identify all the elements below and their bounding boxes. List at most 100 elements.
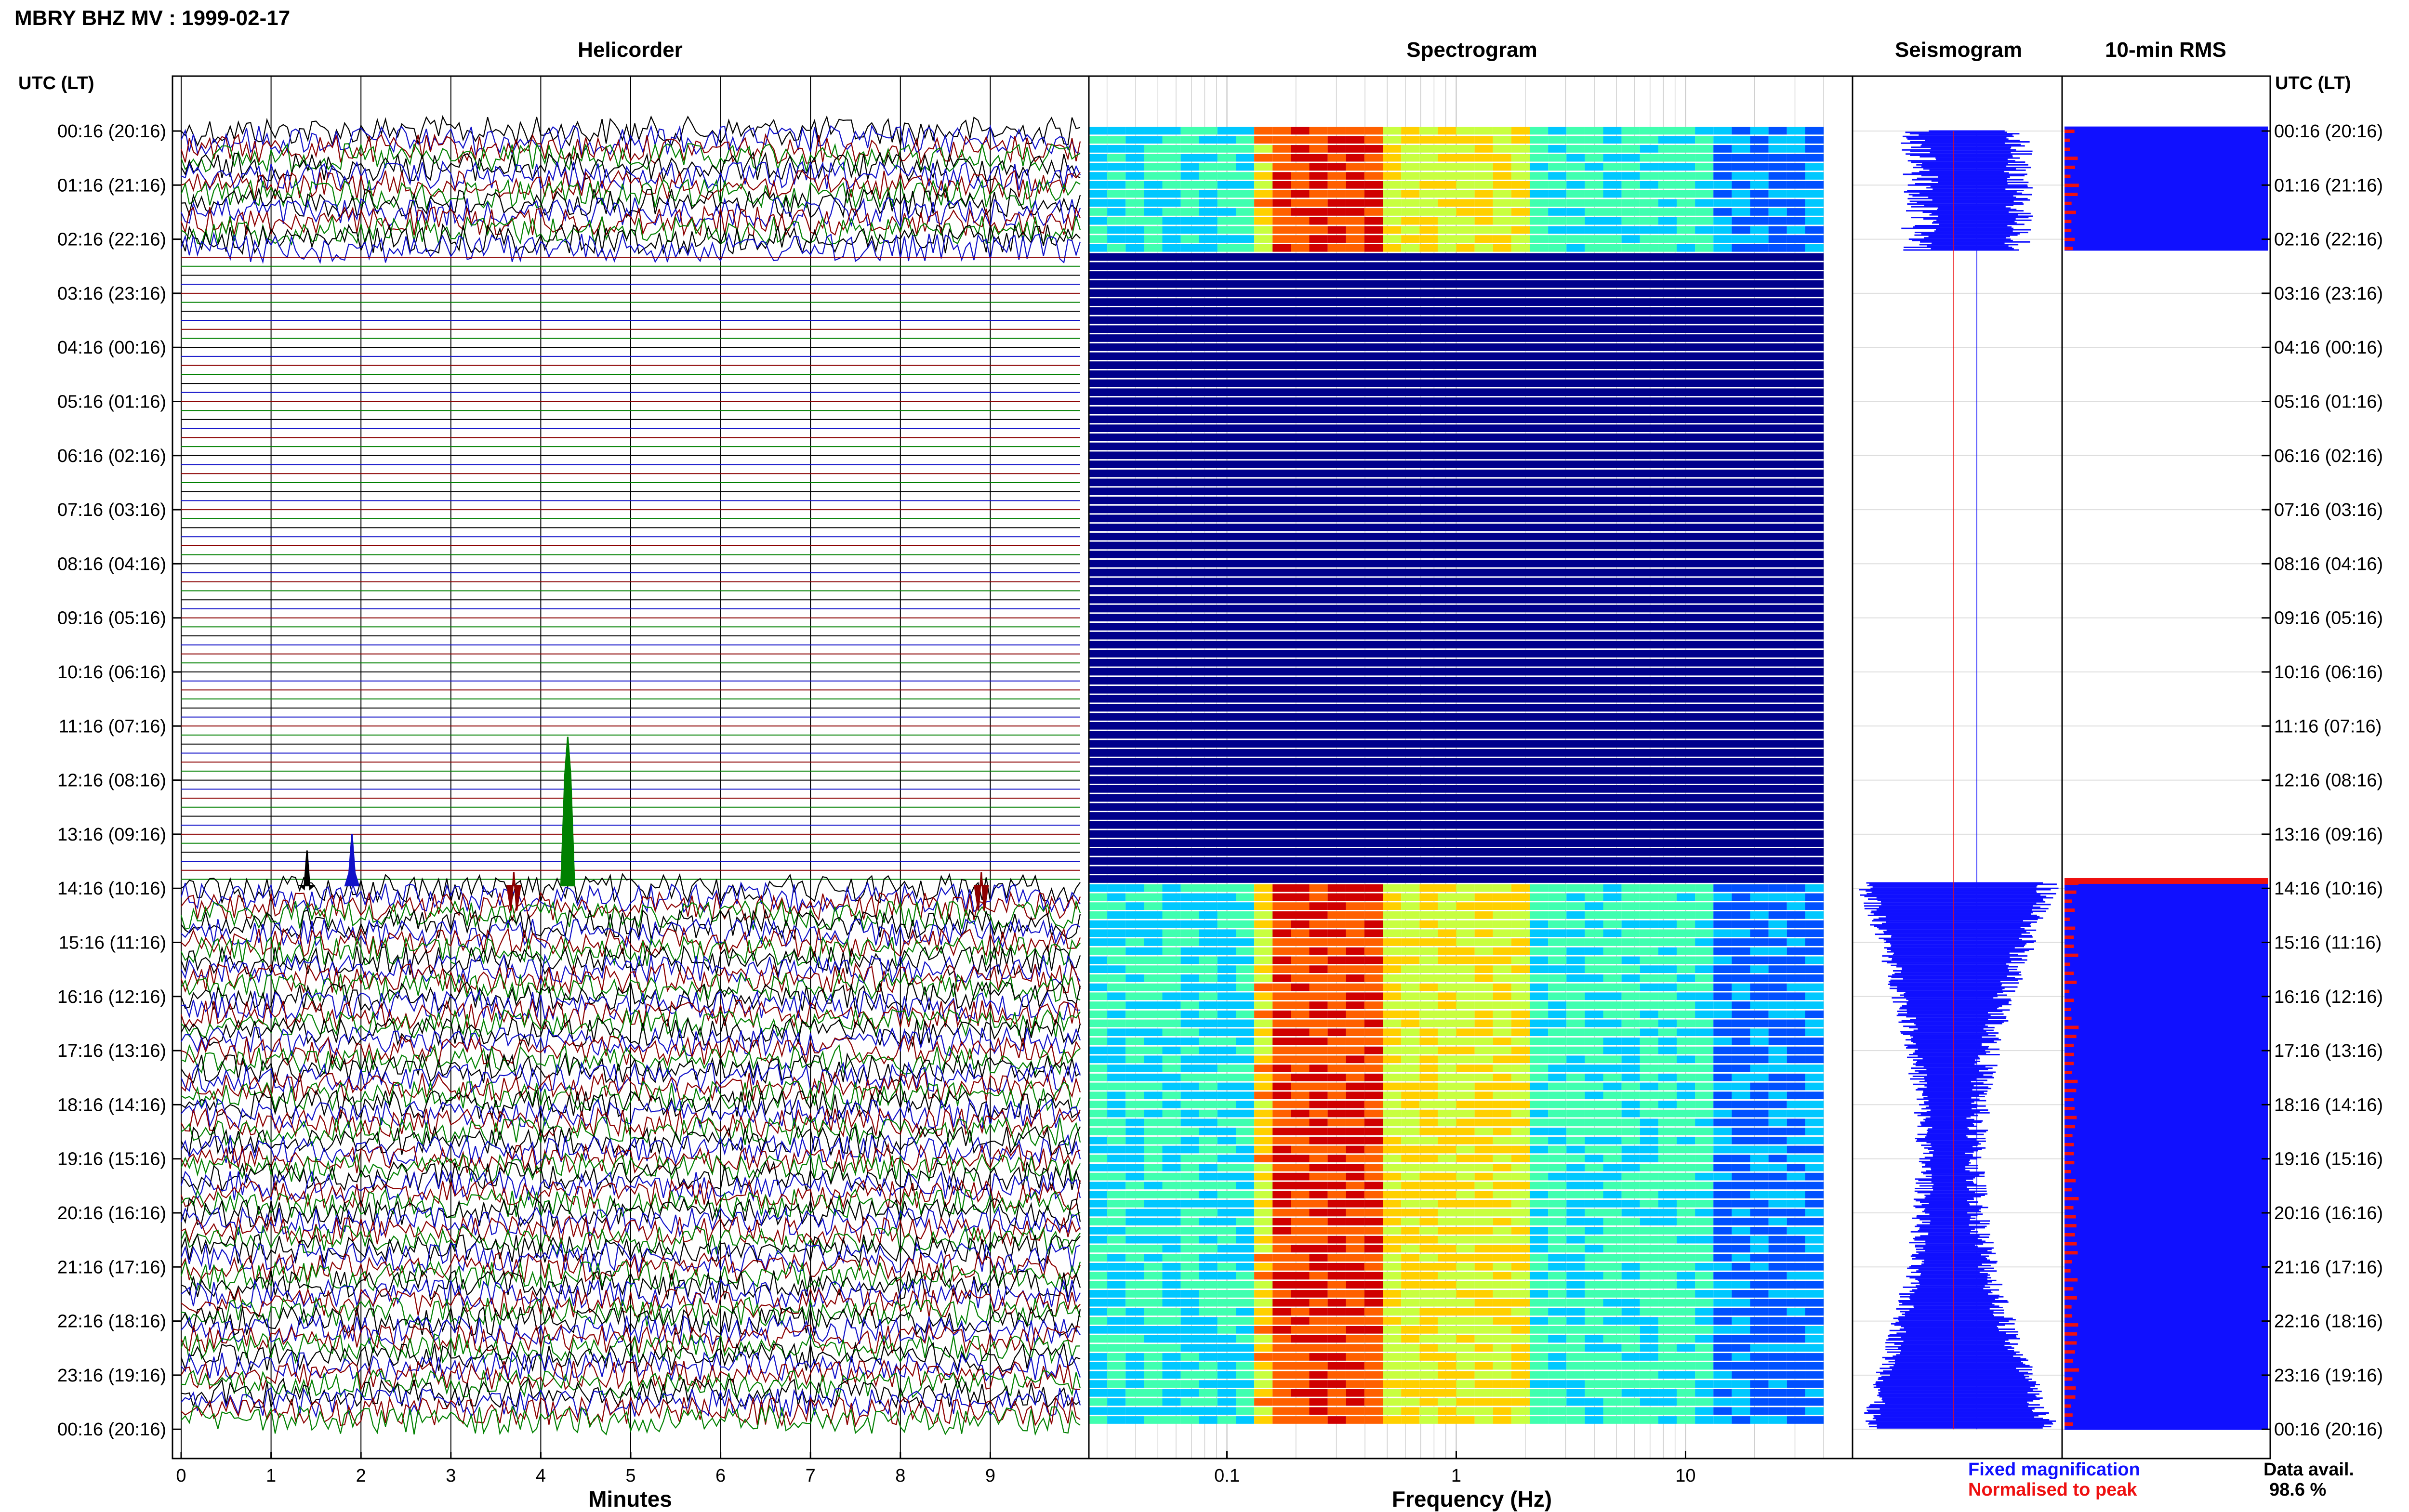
spectrogram-cell [1713, 1389, 1732, 1397]
spectrogram-cell [1548, 902, 1567, 910]
spectrogram-cell [1291, 1199, 1310, 1208]
spectrogram-cell [1272, 1262, 1291, 1271]
spectrogram-cell [1254, 1299, 1273, 1307]
spectrogram-cell [1787, 947, 1805, 955]
spectrogram-cell [1089, 713, 1824, 721]
spectrogram-cell [1291, 1001, 1310, 1009]
spectrogram-cell [1566, 911, 1585, 919]
spectrogram-cell [1585, 1199, 1603, 1208]
spectrogram-cell [1346, 1109, 1364, 1118]
spectrogram-cell [1419, 1272, 1438, 1280]
spectrogram-cell [1254, 893, 1273, 901]
rms-marker [2065, 972, 2074, 975]
spectrogram-cell [1750, 208, 1769, 216]
spectrogram-cell [1658, 902, 1677, 910]
spectrogram-cell [1254, 1227, 1273, 1235]
spectrogram-cell [1162, 1010, 1181, 1018]
spectrogram-cell [1493, 938, 1511, 946]
rms-marker [2065, 878, 2268, 884]
spectrogram-cell [1750, 1055, 1769, 1064]
spectrogram-cell [1456, 181, 1475, 189]
spectrogram-cell [1180, 1019, 1199, 1027]
time-label-left: 10:16 (06:16) [57, 662, 166, 683]
spectrogram-cell [1732, 1028, 1750, 1037]
spectrogram-cell [1401, 1073, 1420, 1081]
spectrogram-cell [1474, 1019, 1493, 1027]
time-label-right: 03:16 (23:16) [2274, 284, 2383, 304]
spectrogram-cell [1162, 1344, 1181, 1352]
spectrogram-cell [1621, 1371, 1640, 1379]
spectrogram-cell [1125, 235, 1144, 243]
spectrogram-cell [1162, 1416, 1181, 1424]
spectrogram-cell [1493, 1199, 1511, 1208]
spectrogram-cell [1732, 154, 1750, 162]
spectrogram-cell [1530, 1028, 1549, 1037]
spectrogram-cell [1107, 1038, 1126, 1045]
spectrogram-cell [1383, 992, 1402, 1000]
spectrogram-cell [1401, 1155, 1420, 1163]
spectrogram-cell [1658, 1136, 1677, 1144]
spectrogram-cell [1787, 1353, 1805, 1361]
spectrogram-cell [1438, 181, 1456, 189]
spectrogram-cell [1493, 956, 1511, 964]
spectrogram-cell [1511, 1362, 1530, 1370]
spectrogram-cell [1732, 235, 1750, 243]
spectrogram-cell [1144, 1128, 1163, 1135]
spectrogram-cell [1787, 1371, 1805, 1379]
spectrogram-cell [1566, 1353, 1585, 1361]
rms-bar [2065, 126, 2268, 251]
spectrogram-cell [1695, 1038, 1714, 1045]
helicorder-event [560, 736, 575, 887]
spectrogram-cell [1456, 127, 1475, 135]
spectrogram-cell [1089, 1073, 1108, 1081]
spectrogram-cell [1787, 1299, 1805, 1307]
spectrogram-cell [1089, 1416, 1108, 1424]
spectrogram-cell [1180, 1082, 1199, 1091]
spectrogram-cell [1658, 992, 1677, 1000]
spectrogram-cell [1327, 1209, 1346, 1217]
spectrogram-cell [1768, 902, 1787, 910]
spectrogram-cell [1144, 1172, 1163, 1181]
spectrogram-cell [1787, 1398, 1805, 1406]
spectrogram-cell [1272, 145, 1291, 153]
spectrogram-cell [1291, 1317, 1310, 1325]
spectrogram-cell [1713, 1416, 1732, 1424]
spectrogram-cell [1419, 920, 1438, 928]
spectrogram-cell [1695, 1299, 1714, 1307]
spectrogram-cell [1089, 1209, 1108, 1217]
spectrogram-cell [1125, 947, 1144, 955]
spectrogram-cell [1787, 235, 1805, 243]
spectrogram-cell [1585, 1118, 1603, 1127]
spectrogram-cell [1180, 1353, 1199, 1361]
spectrogram-cell [1695, 1407, 1714, 1415]
spectrogram-cell [1585, 1182, 1603, 1190]
spectrogram-cell [1180, 1046, 1199, 1054]
spectrogram-cell [1750, 965, 1769, 973]
spectrogram-cell [1236, 1218, 1255, 1226]
spectrogram-cell [1383, 884, 1402, 892]
spectrogram-cell [1677, 1164, 1695, 1171]
rms-marker [2065, 247, 2073, 250]
spectrogram-cell [1199, 1308, 1218, 1316]
helicorder-x-tick-label: 9 [985, 1466, 995, 1486]
spectrogram-cell [1107, 1389, 1126, 1397]
spectrogram-cell [1162, 1209, 1181, 1217]
spectrogram-cell [1640, 1262, 1658, 1271]
spectrogram-cell [1474, 983, 1493, 991]
spectrogram-cell [1621, 217, 1640, 225]
spectrogram-cell [1603, 1308, 1622, 1316]
spectrogram-cell [1162, 1118, 1181, 1127]
spectrogram-cell [1493, 965, 1511, 973]
spectrogram-cell [1456, 1218, 1475, 1226]
spectrogram-cell [1805, 983, 1824, 991]
spectrogram-cell [1217, 244, 1236, 252]
spectrogram-cell [1089, 1353, 1108, 1361]
spectrogram-cell [1309, 1164, 1328, 1171]
spectrogram-cell [1732, 190, 1750, 198]
spectrogram-cell [1162, 163, 1181, 171]
spectrogram-cell [1089, 641, 1824, 649]
spectrogram-cell [1750, 1245, 1769, 1253]
spectrogram-cell [1640, 1164, 1658, 1171]
spectrogram-cell [1493, 1073, 1511, 1081]
spectrogram-cell [1621, 974, 1640, 982]
